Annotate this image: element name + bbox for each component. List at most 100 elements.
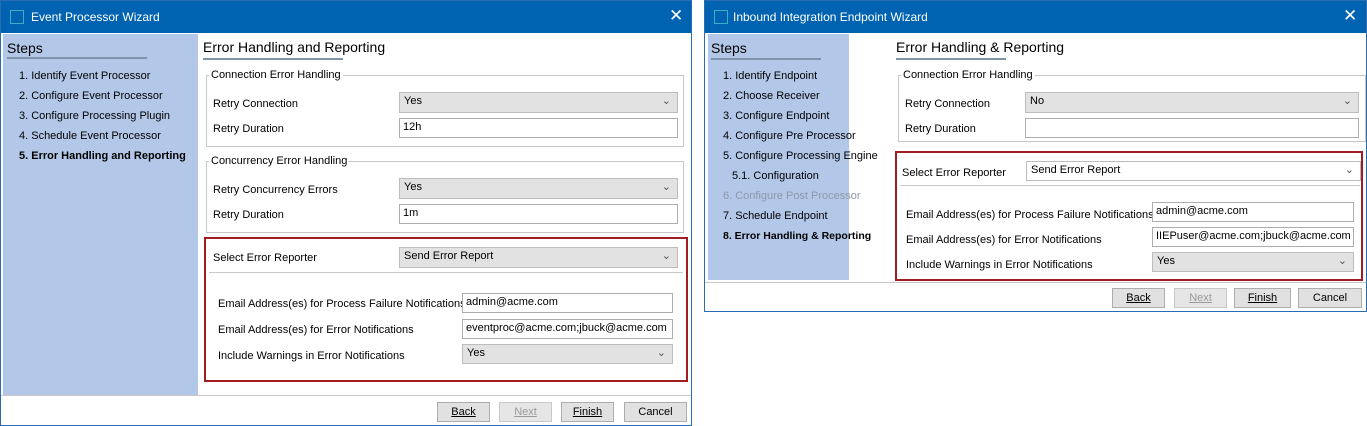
selected-value: Yes: [404, 181, 422, 193]
retry-connection-select[interactable]: Yes ⌄: [399, 92, 678, 113]
step-item: 5.1. Configuration: [732, 170, 819, 182]
finish-button[interactable]: Finish: [561, 402, 614, 422]
window-icon: [714, 10, 728, 24]
retry-duration-label: Retry Duration: [905, 123, 976, 135]
error-reporter-highlight: Select Error Reporter Send Error Report ⌄…: [895, 151, 1363, 281]
group-legend: Concurrency Error Handling: [209, 155, 350, 167]
footer-divider: [1, 395, 691, 396]
group-legend: Connection Error Handling: [901, 69, 1035, 81]
select-error-reporter-label: Select Error Reporter: [213, 252, 317, 264]
step-item: 5. Configure Processing Engine: [723, 150, 878, 162]
inbound-integration-endpoint-wizard-window: Inbound Integration Endpoint Wizard ✕ St…: [704, 0, 1367, 312]
divider: [900, 185, 1360, 186]
title-underline: [896, 58, 1006, 60]
back-button[interactable]: Back: [1112, 288, 1165, 308]
next-label: Next: [514, 406, 537, 418]
window-icon: [10, 10, 24, 24]
steps-underline: [711, 58, 821, 60]
chevron-down-icon: ⌄: [1344, 164, 1354, 176]
title-underline: [203, 58, 343, 60]
window-title: Event Processor Wizard: [31, 10, 160, 24]
cancel-button[interactable]: Cancel: [624, 402, 687, 422]
failure-email-label: Email Address(es) for Process Failure No…: [218, 298, 466, 310]
title-bar: Event Processor Wizard ✕: [1, 1, 691, 33]
retry-connection-label: Retry Connection: [213, 98, 298, 110]
step-item: 2. Configure Event Processor: [19, 90, 163, 102]
selected-value: Yes: [404, 95, 422, 107]
connection-error-group: Connection Error Handling Retry Connecti…: [206, 69, 684, 147]
finish-label: Finish: [1247, 292, 1278, 304]
include-warnings-label: Include Warnings in Error Notifications: [906, 259, 1093, 271]
step-item: 3. Configure Endpoint: [723, 110, 830, 122]
retry-duration-label: Retry Duration: [213, 123, 284, 135]
failure-email-label: Email Address(es) for Process Failure No…: [906, 209, 1154, 221]
failure-email-input[interactable]: admin@acme.com: [462, 293, 673, 313]
step-item-current: 5. Error Handling and Reporting: [19, 150, 186, 162]
selected-value: Send Error Report: [1031, 164, 1121, 176]
retry-duration-label: Retry Duration: [213, 209, 284, 221]
error-email-input[interactable]: IIEPuser@acme.com;jbuck@acme.com: [1152, 227, 1354, 247]
footer-divider: [705, 282, 1366, 283]
select-error-reporter-label: Select Error Reporter: [902, 167, 1006, 179]
error-email-label: Email Address(es) for Error Notification…: [218, 324, 414, 336]
finish-button[interactable]: Finish: [1234, 288, 1291, 308]
steps-title: Steps: [711, 40, 747, 56]
chevron-down-icon: ⌄: [661, 250, 671, 262]
step-item-current: 8. Error Handling & Reporting: [723, 230, 872, 242]
retry-duration-input[interactable]: [1025, 118, 1359, 138]
close-icon[interactable]: ✕: [669, 6, 683, 26]
error-email-input[interactable]: eventproc@acme.com;jbuck@acme.com: [462, 319, 673, 339]
step-item: 2. Choose Receiver: [723, 90, 820, 102]
chevron-down-icon: ⌄: [656, 347, 666, 359]
include-warnings-label: Include Warnings in Error Notifications: [218, 350, 405, 362]
step-item: 4. Schedule Event Processor: [19, 130, 161, 142]
chevron-down-icon: ⌄: [1337, 255, 1347, 267]
retry-duration-input[interactable]: 12h: [399, 118, 678, 138]
step-item: 1. Identify Endpoint: [723, 70, 818, 82]
error-reporter-highlight: Select Error Reporter Send Error Report ⌄…: [204, 237, 688, 382]
selected-value: Yes: [1157, 255, 1175, 267]
next-button[interactable]: Next: [499, 402, 552, 422]
retry-concurrency-select[interactable]: Yes ⌄: [399, 178, 678, 199]
step-item: 3. Configure Processing Plugin: [19, 110, 171, 122]
include-warnings-select[interactable]: Yes ⌄: [1152, 252, 1354, 272]
error-reporter-select[interactable]: Send Error Report ⌄: [399, 247, 678, 268]
retry-concurrency-label: Retry Concurrency Errors: [213, 184, 338, 196]
selected-value: No: [1030, 95, 1045, 107]
title-bar: Inbound Integration Endpoint Wizard ✕: [705, 1, 1366, 33]
back-button[interactable]: Back: [437, 402, 490, 422]
step-item: 1. Identify Event Processor: [19, 70, 151, 82]
back-label: Back: [1126, 292, 1151, 304]
group-legend: Connection Error Handling: [209, 69, 343, 81]
chevron-down-icon: ⌄: [661, 95, 671, 107]
page-title: Error Handling & Reporting: [896, 39, 1065, 55]
error-email-label: Email Address(es) for Error Notification…: [906, 234, 1102, 246]
include-warnings-select[interactable]: Yes ⌄: [462, 344, 673, 364]
selected-value: Send Error Report: [404, 250, 494, 262]
concurrency-error-group: Concurrency Error Handling Retry Concurr…: [206, 155, 684, 233]
page-title: Error Handling and Reporting: [203, 39, 386, 55]
steps-panel: Steps 1. Identify Event Processor 2. Con…: [3, 34, 198, 395]
retry-duration-input[interactable]: 1m: [399, 204, 678, 224]
window-title: Inbound Integration Endpoint Wizard: [733, 10, 928, 24]
steps-title: Steps: [7, 40, 43, 56]
divider: [209, 272, 683, 273]
retry-connection-label: Retry Connection: [905, 98, 990, 110]
failure-email-input[interactable]: admin@acme.com: [1152, 202, 1354, 222]
step-item: 4. Configure Pre Processor: [723, 130, 856, 142]
event-processor-wizard-window: Event Processor Wizard ✕ Steps 1. Identi…: [0, 0, 692, 426]
finish-label: Finish: [572, 406, 603, 418]
steps-panel: Steps 1. Identify Endpoint 2. Choose Rec…: [708, 34, 878, 280]
step-item-disabled: 6. Configure Post Processor: [723, 190, 861, 202]
selected-value: Yes: [467, 347, 485, 359]
cancel-button[interactable]: Cancel: [1298, 288, 1362, 308]
steps-underline: [7, 57, 147, 59]
back-label: Back: [451, 406, 476, 418]
close-icon[interactable]: ✕: [1343, 6, 1357, 26]
next-button[interactable]: Next: [1174, 288, 1227, 308]
next-label: Next: [1189, 292, 1212, 304]
retry-connection-select[interactable]: No ⌄: [1025, 92, 1359, 113]
connection-error-group: Connection Error Handling Retry Connecti…: [898, 69, 1366, 142]
error-reporter-select[interactable]: Send Error Report ⌄: [1026, 161, 1361, 181]
chevron-down-icon: ⌄: [661, 181, 671, 193]
